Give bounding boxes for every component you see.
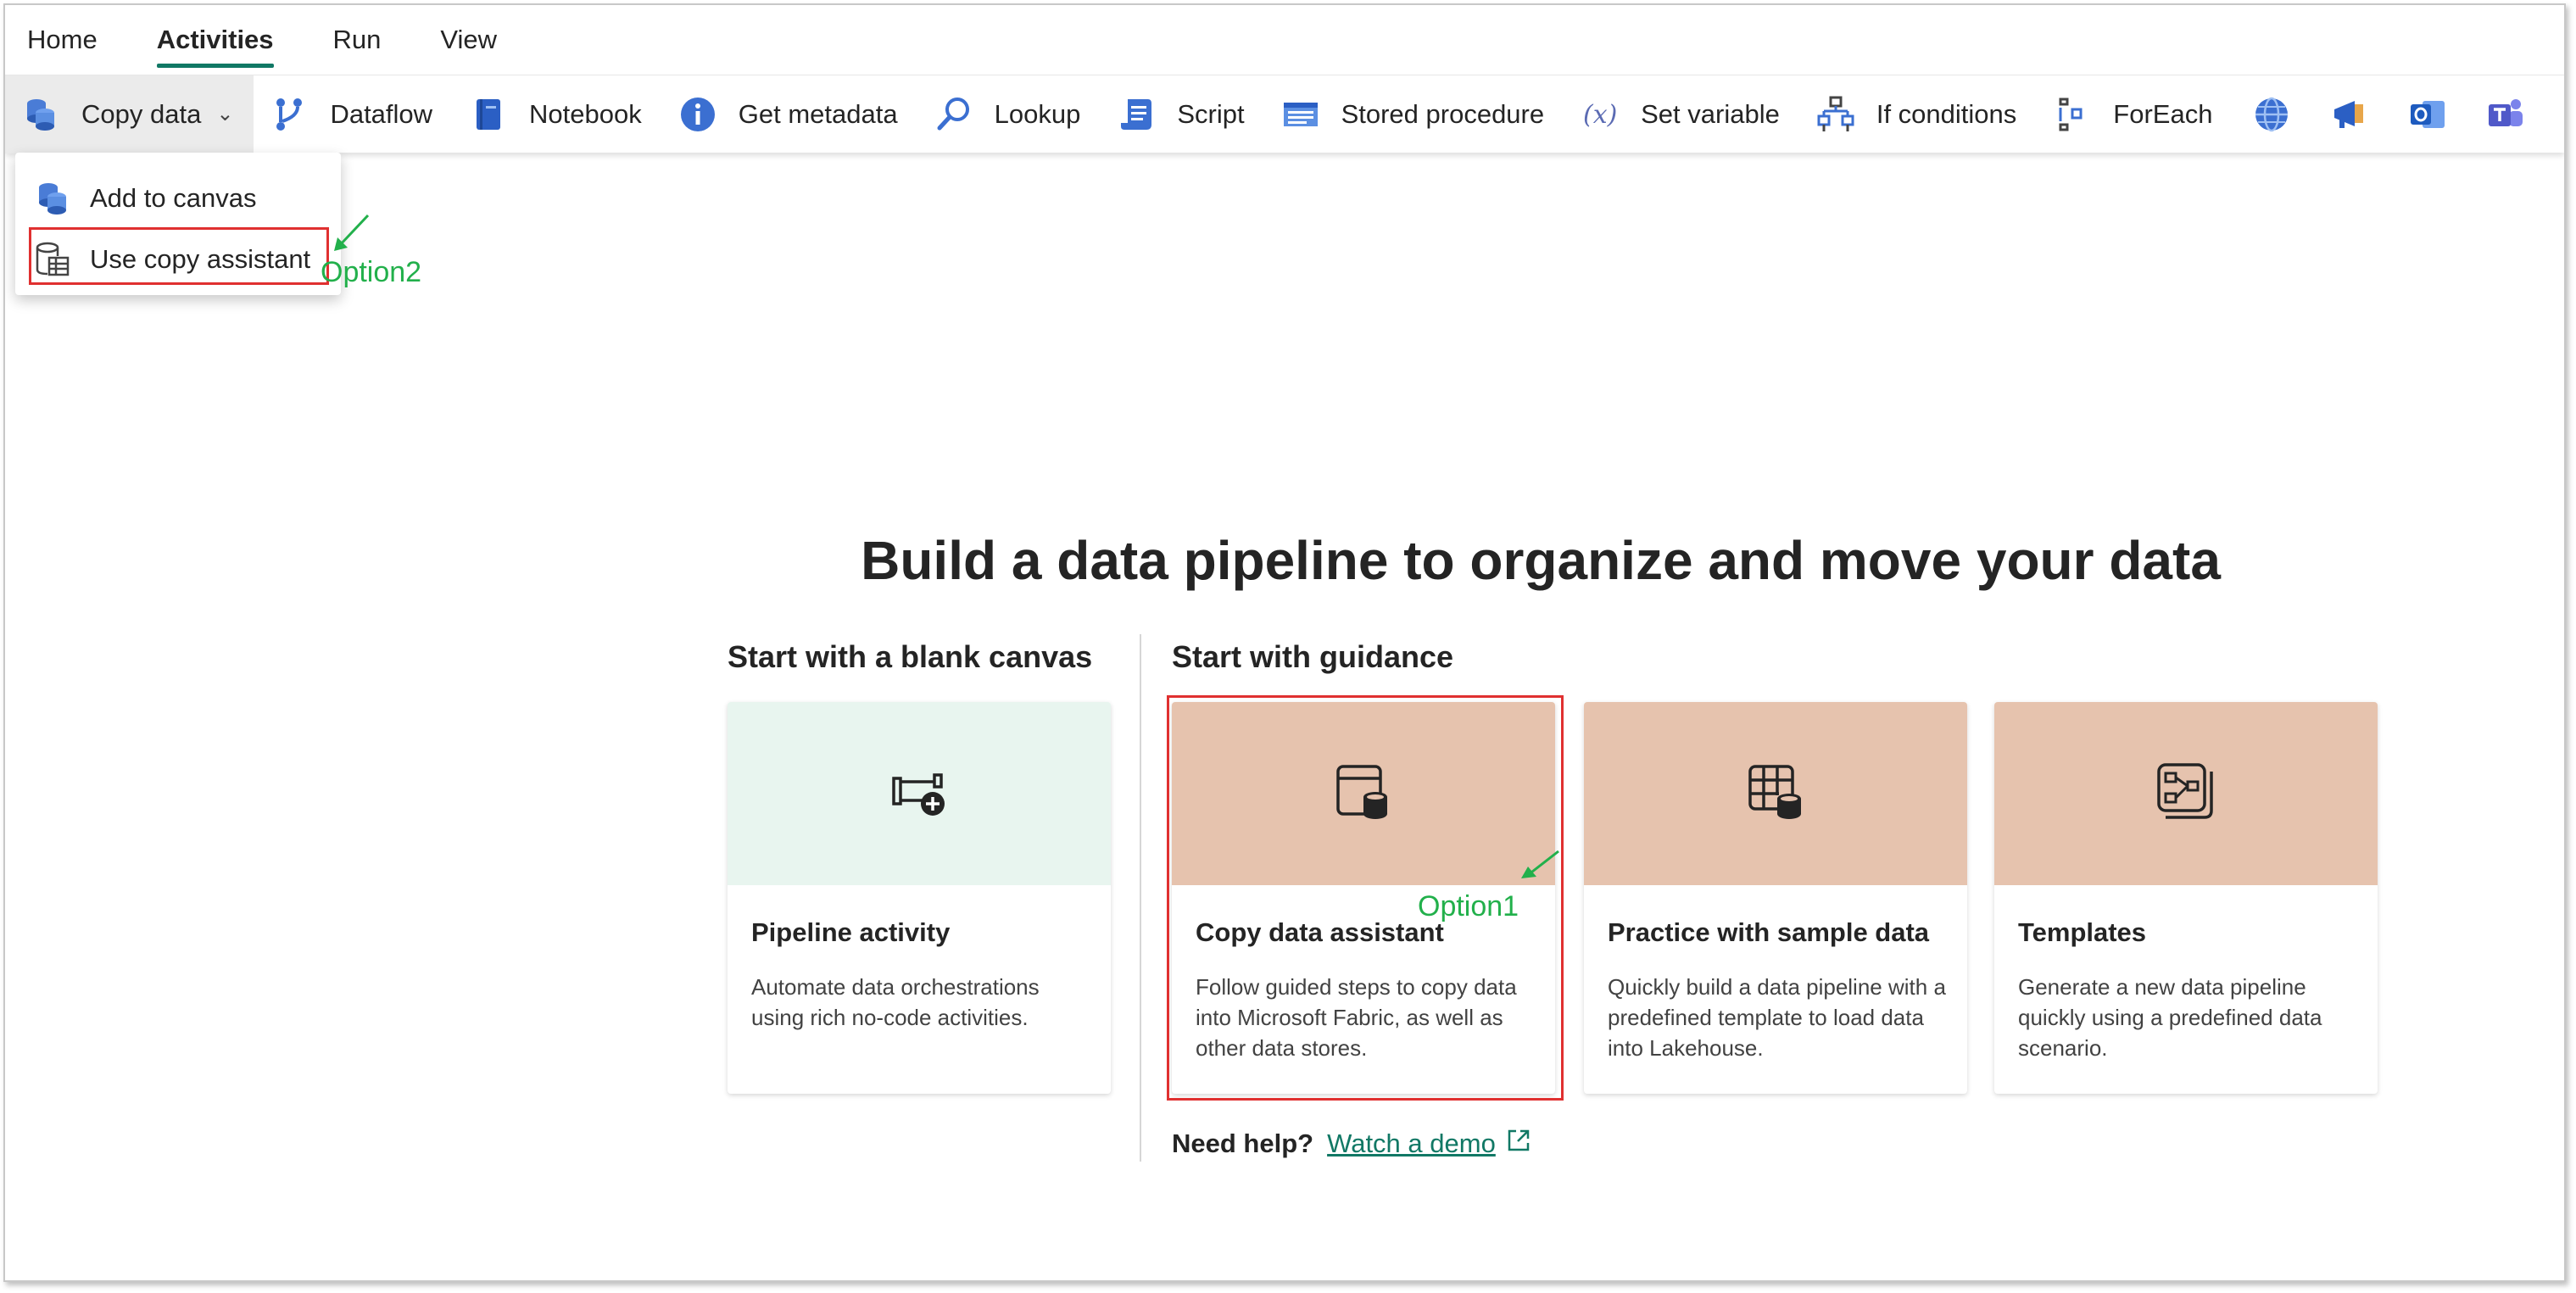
dataflow-label: Dataflow [330, 98, 433, 129]
external-link-icon[interactable] [1506, 1128, 1531, 1160]
tab-activities[interactable]: Activities [156, 5, 274, 75]
set-variable-button[interactable]: (𝑥) Set variable [1564, 75, 1800, 153]
pipeline-activity-card[interactable]: Pipeline activity Automate data orchestr… [728, 702, 1111, 1094]
if-conditions-label: If conditions [1876, 98, 2017, 129]
get-metadata-label: Get metadata [738, 98, 898, 129]
copy-data-dropdown: Add to canvas Use copy assistant [15, 153, 341, 295]
option1-arrow [1521, 850, 1559, 878]
top-navigation: Home Activities Run View [5, 5, 2564, 75]
notebook-icon [470, 96, 507, 133]
foreach-icon [2054, 96, 2091, 133]
option1-annotation: Option1 [1418, 890, 1519, 922]
blank-canvas-section-title: Start with a blank canvas [728, 639, 1093, 674]
copy-data-label: Copy data [81, 98, 202, 129]
card-title: Pipeline activity [751, 917, 951, 947]
script-button[interactable]: Script [1101, 75, 1264, 153]
chevron-down-icon: ⌄ [216, 103, 234, 125]
svg-text:(𝑥): (𝑥) [1583, 100, 1617, 130]
page-title: Build a data pipeline to organize and mo… [861, 530, 2221, 591]
if-conditions-button[interactable]: If conditions [1800, 75, 2037, 153]
card-illustration [1584, 702, 1967, 885]
tab-view[interactable]: View [440, 5, 497, 75]
dataflow-icon [270, 96, 308, 133]
activities-ribbon: Copy data ⌄ Dataflow Notebook Get metada… [5, 75, 2564, 153]
teams-icon[interactable] [2487, 96, 2524, 133]
card-illustration [1994, 702, 2378, 885]
card-illustration [728, 702, 1111, 885]
info-icon [679, 96, 716, 133]
option2-arrow [334, 214, 370, 251]
tab-home[interactable]: Home [27, 5, 98, 75]
guidance-section-title: Start with guidance [1172, 639, 1454, 674]
lookup-icon [935, 96, 973, 133]
teams-megaphone-icon[interactable] [2331, 96, 2368, 133]
notebook-button[interactable]: Notebook [453, 75, 662, 153]
get-metadata-button[interactable]: Get metadata [662, 75, 918, 153]
add-to-canvas-item[interactable]: Add to canvas [15, 171, 341, 226]
script-icon [1118, 96, 1155, 133]
practice-sample-data-card[interactable]: Practice with sample data Quickly build … [1584, 702, 1967, 1094]
option2-highlight-box [29, 227, 329, 285]
app-window: Home Activities Run View Copy data ⌄ Dat… [3, 3, 2566, 1282]
help-label: Need help? [1172, 1129, 1314, 1158]
section-divider [1140, 634, 1141, 1162]
foreach-label: ForEach [2113, 98, 2213, 129]
script-label: Script [1177, 98, 1245, 129]
card-title: Practice with sample data [1608, 917, 1930, 947]
stored-procedure-label: Stored procedure [1341, 98, 1545, 129]
sample-data-icon [1745, 761, 1806, 827]
copy-data-icon [22, 96, 59, 133]
copy-data-icon [34, 180, 71, 217]
variable-icon: (𝑥) [1581, 96, 1619, 133]
copy-data-button[interactable]: Copy data ⌄ [5, 75, 254, 153]
stored-procedure-icon [1282, 96, 1319, 133]
lookup-label: Lookup [994, 98, 1081, 129]
web-icon[interactable] [2253, 96, 2290, 133]
foreach-button[interactable]: ForEach [2037, 75, 2233, 153]
card-description: Quickly build a data pipeline with a pre… [1608, 974, 1946, 1061]
lookup-button[interactable]: Lookup [918, 75, 1101, 153]
dataflow-button[interactable]: Dataflow [254, 75, 453, 153]
card-description: Generate a new data pipeline quickly usi… [2018, 974, 2322, 1061]
if-conditions-icon [1817, 96, 1854, 133]
pipeline-add-icon [889, 761, 950, 827]
option2-annotation: Option2 [321, 256, 422, 288]
watch-demo-link[interactable]: Watch a demo [1327, 1129, 1496, 1159]
tab-run[interactable]: Run [333, 5, 382, 75]
card-title: Templates [2018, 917, 2147, 947]
add-to-canvas-label: Add to canvas [90, 183, 257, 213]
set-variable-label: Set variable [1641, 98, 1780, 129]
outlook-icon[interactable] [2409, 96, 2446, 133]
notebook-label: Notebook [529, 98, 642, 129]
templates-icon [2155, 761, 2216, 827]
help-row: Need help? Watch a demo [1172, 1128, 1531, 1160]
card-description: Automate data orchestrations using rich … [751, 974, 1040, 1030]
stored-procedure-button[interactable]: Stored procedure [1265, 75, 1565, 153]
templates-card[interactable]: Templates Generate a new data pipeline q… [1994, 702, 2378, 1094]
